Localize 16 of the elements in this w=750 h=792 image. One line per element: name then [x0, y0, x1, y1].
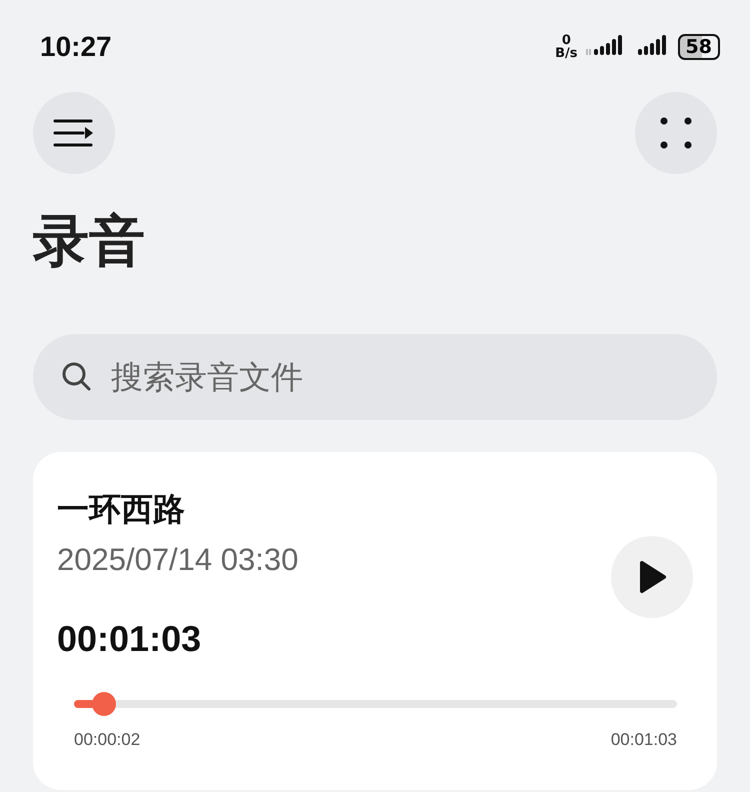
search-field[interactable]: 搜索录音文件 — [33, 334, 717, 420]
page-title: 录音 — [33, 208, 146, 276]
status-time: 10:27 — [40, 31, 112, 63]
slider-thumb[interactable] — [92, 692, 116, 716]
battery-indicator: 58 — [678, 34, 720, 60]
menu-icon — [53, 117, 95, 149]
play-icon — [637, 560, 667, 594]
recording-card[interactable]: 一环西路 2025/07/14 03:30 00:01:03 00:00:02 00:01:03 — [33, 452, 717, 790]
recording-duration: 00:01:03 — [57, 618, 202, 660]
total-time: 00:01:03 — [610, 730, 677, 750]
current-time: 00:00:02 — [74, 730, 140, 750]
recording-name: 一环西路 — [57, 489, 186, 530]
net-speed-value: 0 — [562, 34, 571, 47]
net-speed-unit: B/s — [555, 47, 578, 60]
recording-date: 2025/07/14 03:30 — [57, 542, 298, 578]
more-icon — [658, 115, 694, 151]
